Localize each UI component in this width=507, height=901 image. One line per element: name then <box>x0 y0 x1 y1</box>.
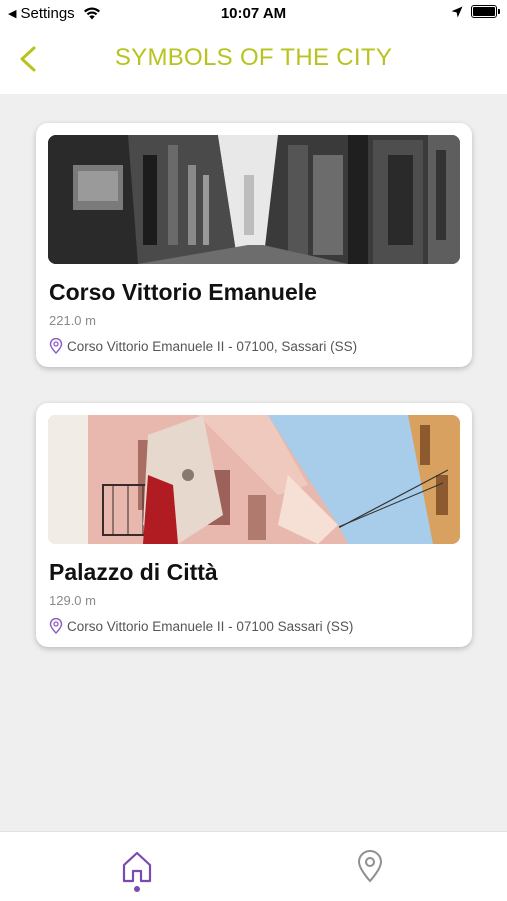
active-tab-indicator <box>134 886 140 892</box>
map-pin-icon[interactable] <box>352 848 388 888</box>
place-address: Corso Vittorio Emanuele II - 07100 Sassa… <box>49 618 353 634</box>
street-photo-bw <box>48 135 460 264</box>
place-distance: 129.0 m <box>49 593 96 608</box>
place-title: Corso Vittorio Emanuele <box>49 279 317 305</box>
map-pin-icon <box>49 338 63 354</box>
page-title: SYMBOLS OF THE CITY <box>114 44 393 71</box>
place-address: Corso Vittorio Emanuele II - 07100, Sass… <box>49 338 357 354</box>
place-card[interactable]: Corso Vittorio Emanuele 221.0 m Corso Vi… <box>36 123 472 367</box>
place-photo <box>48 135 460 264</box>
status-right <box>451 5 500 18</box>
map-pin-icon <box>49 618 63 634</box>
place-address-text: Corso Vittorio Emanuele II - 07100 Sassa… <box>67 618 354 634</box>
palazzo-photo <box>48 415 460 544</box>
status-bar: ◀ Settings 10:07 AM <box>0 0 507 28</box>
place-photo <box>48 415 460 544</box>
place-distance: 221.0 m <box>49 313 96 328</box>
home-icon[interactable] <box>119 848 155 888</box>
place-title: Palazzo di Città <box>49 559 218 585</box>
tab-bar <box>0 831 507 901</box>
battery-icon <box>471 5 500 18</box>
place-address-text: Corso Vittorio Emanuele II - 07100, Sass… <box>67 338 358 354</box>
header: SYMBOLS OF THE CITY <box>0 28 507 94</box>
status-time: 10:07 AM <box>220 5 287 22</box>
place-card[interactable]: Palazzo di Città 129.0 m Corso Vittorio … <box>36 403 472 647</box>
location-arrow-icon <box>451 6 463 17</box>
places-list: Corso Vittorio Emanuele 221.0 m Corso Vi… <box>0 94 507 831</box>
